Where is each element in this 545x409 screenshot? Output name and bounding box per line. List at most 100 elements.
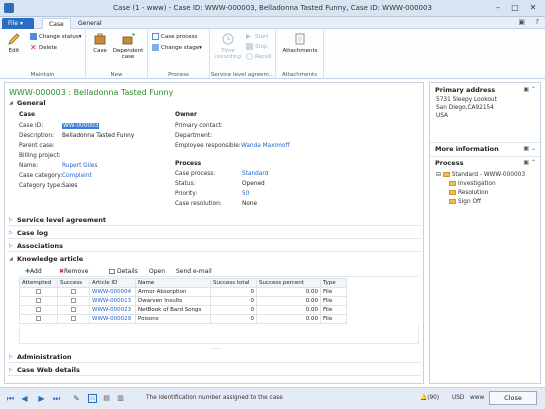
employee-responsible-label: Employee responsible:	[175, 143, 241, 149]
col-success-total[interactable]: Success total	[210, 278, 257, 288]
table-row[interactable]: WWW-000023 NetBook of Bard Songs 0 0.00 …	[19, 305, 419, 315]
process-stage[interactable]: Investigation	[449, 181, 496, 187]
article-id-cell[interactable]: WWW-000004	[89, 287, 136, 297]
success-checkbox[interactable]	[71, 316, 76, 321]
attempted-checkbox[interactable]	[36, 289, 41, 294]
tab-case[interactable]: Case	[42, 18, 71, 29]
expand-icon: ▷	[9, 354, 13, 360]
help-icon[interactable]: ?	[535, 18, 539, 26]
group-new: Case Dependent case New	[86, 29, 148, 79]
table-row[interactable]: WWW-000013 Dwarven Insults 0 0.00 File	[19, 296, 419, 306]
previous-record-icon[interactable]: ◀	[20, 394, 29, 403]
success-checkbox[interactable]	[71, 298, 76, 303]
ribbon: Edit Change status▾ ✕ Delete Maintain Cas…	[0, 29, 545, 79]
attempted-checkbox[interactable]	[36, 316, 41, 321]
section-associations[interactable]: ▷ Associations	[7, 241, 421, 252]
section-general[interactable]: ◢ General	[7, 98, 421, 109]
type-cell: File	[320, 296, 347, 306]
col-attempted[interactable]: Attempted	[19, 278, 58, 288]
record-title: WWW-000003 : Belladonna Tasted Funny	[9, 88, 174, 97]
attempted-checkbox[interactable]	[36, 307, 41, 312]
article-name-cell: Poisons	[135, 314, 211, 324]
description-label: Description:	[19, 133, 54, 139]
close-icon[interactable]: ✕	[525, 1, 541, 14]
time-recording-button[interactable]: Time recording	[213, 32, 243, 60]
dependent-case-icon	[121, 32, 135, 46]
process-header: Process	[435, 159, 464, 167]
new-case-button[interactable]: Case	[90, 32, 110, 54]
add-button[interactable]: ✚Add	[25, 268, 42, 275]
article-id-cell[interactable]: WWW-000029	[89, 314, 136, 324]
success-checkbox[interactable]	[71, 289, 76, 294]
name-field[interactable]: Rupert Giles	[62, 163, 98, 169]
close-button[interactable]: Close	[489, 391, 537, 405]
delete-button[interactable]: ✕ Delete	[30, 44, 57, 52]
attempted-checkbox[interactable]	[36, 298, 41, 303]
description-field[interactable]: Belladonna Tasted Funny	[62, 133, 134, 139]
case-process-field[interactable]: Standard	[242, 171, 268, 177]
stop-button[interactable]: Stop	[246, 43, 268, 50]
edit-button[interactable]: Edit	[4, 32, 24, 54]
success-percent-cell: 0.00	[256, 287, 321, 297]
view-details-icon[interactable]: ▭	[88, 394, 97, 403]
name-label: Name:	[19, 163, 39, 169]
process-tree-root[interactable]: ⊟ Standard - WWW-000003	[436, 172, 525, 178]
knowledge-toolbar: ✚Add ✖Remove Details Open Send e-mail	[19, 266, 419, 277]
table-row[interactable]: WWW-000004 Armor Absorption 0 0.00 File	[19, 287, 419, 297]
factbox-options-icon[interactable]: ▣ ⌄	[523, 145, 536, 152]
case-id-field[interactable]: WW-000003	[62, 123, 100, 129]
section-administration[interactable]: ▷ Administration	[7, 352, 421, 363]
col-name[interactable]: Name	[135, 278, 211, 288]
tree-collapse-icon[interactable]: ⊟	[436, 172, 441, 178]
layout-icon[interactable]: ▣	[518, 18, 525, 26]
case-icon	[93, 32, 107, 46]
group-sla: Time recording ▶ Start Stop Recall Servic…	[210, 29, 276, 79]
tab-general[interactable]: General	[72, 18, 108, 29]
last-record-icon[interactable]: ⏭	[52, 394, 61, 403]
col-success[interactable]: Success	[57, 278, 90, 288]
minimize-icon[interactable]: –	[490, 1, 506, 14]
section-sla[interactable]: ▷ Service level agreement	[7, 215, 421, 226]
process-stage[interactable]: Resolution	[449, 190, 488, 196]
col-article-id[interactable]: Article ID	[89, 278, 136, 288]
tab-file[interactable]: File ▾	[2, 18, 34, 29]
col-type[interactable]: Type	[320, 278, 347, 288]
case-category-field[interactable]: Complaint	[62, 173, 92, 179]
process-stage[interactable]: Sign Off	[449, 199, 481, 205]
currency-indicator[interactable]: USD	[452, 395, 464, 401]
recall-button[interactable]: Recall	[246, 53, 271, 60]
maximize-icon[interactable]: □	[507, 1, 523, 14]
attachments-button[interactable]: Attachments	[282, 32, 318, 54]
first-record-icon[interactable]: ⏮	[6, 394, 15, 403]
view-grid-icon[interactable]: ▤	[102, 394, 111, 403]
alerts-indicator[interactable]: 🔔(90)	[420, 395, 439, 401]
section-case-log[interactable]: ▷ Case log	[7, 228, 421, 239]
factbox-options-icon[interactable]: ▣ ⌃	[523, 86, 536, 93]
success-checkbox[interactable]	[71, 307, 76, 312]
send-email-button[interactable]: Send e-mail	[176, 268, 212, 275]
start-button[interactable]: ▶ Start	[246, 33, 268, 40]
details-button[interactable]: Details	[109, 268, 138, 275]
dependent-case-button[interactable]: Dependent case	[112, 32, 144, 60]
employee-responsible-field[interactable]: Wanda Maximoff	[241, 143, 289, 149]
section-knowledge[interactable]: ◢ Knowledge article	[7, 254, 421, 265]
open-button[interactable]: Open	[149, 268, 165, 275]
view-split-icon[interactable]: ▥	[116, 394, 125, 403]
factbox-options-icon[interactable]: ▣ ⌃	[523, 159, 536, 166]
title-bar: Case (1 - www) - Case ID: WWW-000003, Be…	[0, 0, 545, 17]
article-id-cell[interactable]: WWW-000013	[89, 296, 136, 306]
table-row[interactable]: WWW-000029 Poisons 0 0.00 File	[19, 314, 419, 324]
priority-field[interactable]: 50	[242, 191, 249, 197]
group-label-sla: Service level agreem...	[210, 72, 275, 78]
case-process-button[interactable]: Case process	[152, 33, 197, 40]
company-indicator[interactable]: www	[470, 395, 484, 401]
change-status-button[interactable]: Change status▾	[30, 33, 81, 40]
article-id-cell[interactable]: WWW-000023	[89, 305, 136, 315]
next-record-icon[interactable]: ▶	[37, 394, 46, 403]
grid-resize-handle[interactable]: .....	[211, 344, 221, 351]
change-stage-button[interactable]: Change stage▾	[152, 44, 202, 51]
remove-button[interactable]: ✖Remove	[59, 268, 88, 275]
edit-mode-icon[interactable]: ✎	[72, 394, 81, 403]
section-case-web-details[interactable]: ▷ Case Web details	[7, 365, 421, 376]
col-success-percent[interactable]: Success percent	[256, 278, 321, 288]
